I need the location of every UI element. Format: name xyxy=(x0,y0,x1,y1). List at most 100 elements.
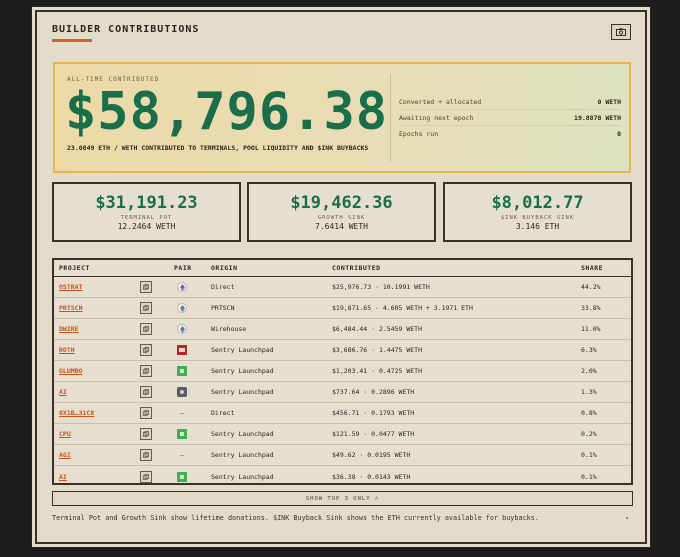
share-cell: 0.8% xyxy=(581,409,597,417)
hero-stat-value: 0 xyxy=(617,130,621,138)
origin-cell: Direct xyxy=(211,409,235,417)
copy-address-button[interactable] xyxy=(140,302,152,314)
card-amount: $8,012.77 xyxy=(491,193,584,213)
copy-icon xyxy=(143,347,149,353)
token-icon xyxy=(177,471,187,482)
copy-address-button[interactable] xyxy=(140,323,152,335)
table-row: PRTSCN PRTSCN $19,871.65 · 4.605 WETH + 3.… xyxy=(54,298,631,319)
token-icon xyxy=(177,366,187,376)
card-amount: $19,462.36 xyxy=(290,193,393,213)
contributed-cell: $3,686.76 · 1.4475 WETH xyxy=(332,346,423,354)
share-cell: 0.1% xyxy=(581,451,597,459)
hero-stat-row: Awaiting next epoch 19.8878 WETH xyxy=(399,110,621,126)
copy-address-button[interactable] xyxy=(140,281,152,293)
token-icon xyxy=(177,387,187,397)
card-label: GROWTH SINK xyxy=(317,215,366,221)
chevron-down-icon: ▾ xyxy=(625,515,629,522)
table-header: PROJECT PAIR ORIGIN CONTRIBUTED SHARE xyxy=(54,260,631,277)
project-link[interactable]: PRTSCN xyxy=(59,304,82,312)
no-pair-icon: – xyxy=(179,409,185,417)
share-cell: 6.3% xyxy=(581,346,597,354)
hero-subtitle: 23.0849 ETH / WETH CONTRIBUTED TO TERMIN… xyxy=(67,144,369,152)
summary-cards: $31,191.23 TERMINAL POT 12.2464 WETH $19… xyxy=(52,182,633,242)
project-link[interactable]: CPU xyxy=(59,430,71,438)
copy-address-button[interactable] xyxy=(140,386,152,398)
token-icon xyxy=(177,429,187,439)
table-row: 0X1B…31C8 – Direct $456.71 · 0.1793 WETH 0.8… xyxy=(54,403,631,424)
copy-icon xyxy=(143,389,149,395)
copy-icon xyxy=(143,368,149,374)
growth-sink-card: $19,462.36 GROWTH SINK 7.6414 WETH xyxy=(247,182,436,242)
share-cell: 44.2% xyxy=(581,283,601,291)
show-top-3-button[interactable]: SHOW TOP 3 ONLY ˄ xyxy=(52,491,633,506)
table-row: ROTH Sentry Launchpad $3,686.76 · 1.4475 W… xyxy=(54,340,631,361)
copy-address-button[interactable] xyxy=(140,449,152,461)
hero-amount: $58,796.38 xyxy=(65,82,389,142)
origin-cell: Wirehouse xyxy=(211,325,247,333)
origin-cell: PRTSCN xyxy=(211,304,235,312)
all-time-contributed-card: ALL-TIME CONTRIBUTED $58,796.38 23.0849 … xyxy=(53,62,631,173)
hero-stat-row: Epochs run 0 xyxy=(399,126,621,142)
copy-address-button[interactable] xyxy=(140,365,152,377)
share-cell: 1.3% xyxy=(581,388,597,396)
share-cell: 0.2% xyxy=(581,430,597,438)
share-cell: 11.0% xyxy=(581,325,601,333)
header-project: PROJECT xyxy=(59,264,90,272)
origin-cell: Sentry Launchpad xyxy=(211,451,274,459)
project-link[interactable]: 0X1B…31C8 xyxy=(59,409,94,417)
contributed-cell: $121.59 · 0.0477 WETH xyxy=(332,430,415,438)
table-row: DWIRE Wirehouse $6,484.44 · 2.5459 WETH 11.… xyxy=(54,319,631,340)
builder-contributions-panel: BUILDER CONTRIBUTIONS ALL-TIME CONTRIBUT… xyxy=(35,10,647,544)
project-link[interactable]: AI xyxy=(59,388,67,396)
copy-icon xyxy=(143,452,149,458)
copy-icon xyxy=(143,305,149,311)
eth-icon xyxy=(177,282,187,292)
card-label: TERMINAL POT xyxy=(120,215,173,221)
origin-cell: Direct xyxy=(211,283,235,291)
hero-stat-key: Awaiting next epoch xyxy=(399,113,474,122)
origin-cell: Sentry Launchpad xyxy=(211,346,274,354)
hero-stat-row: Converted + allocated 0 WETH xyxy=(399,94,621,110)
copy-icon xyxy=(143,473,149,480)
hero-divider xyxy=(390,74,391,162)
share-cell: 2.0% xyxy=(581,367,597,375)
project-link[interactable]: AGI xyxy=(59,451,71,459)
token-icon xyxy=(177,345,187,355)
copy-address-button[interactable] xyxy=(140,344,152,356)
copy-address-button[interactable] xyxy=(140,428,152,440)
origin-cell: Sentry Launchpad xyxy=(211,367,274,375)
copy-address-button[interactable] xyxy=(140,407,152,419)
header-share: SHARE xyxy=(581,264,604,272)
copy-icon xyxy=(143,284,149,290)
table-row: GLUMBO Sentry Launchpad $1,203.41 · 0.4725… xyxy=(54,361,631,382)
hero-stat-value: 19.8878 WETH xyxy=(574,113,621,122)
title-underline xyxy=(52,39,92,42)
project-link[interactable]: GLUMBO xyxy=(59,367,82,375)
screenshot-button[interactable] xyxy=(611,24,631,40)
hero-stats: Converted + allocated 0 WETH Awaiting ne… xyxy=(399,94,621,142)
contributed-cell: $456.71 · 0.1793 WETH xyxy=(332,409,415,417)
table-row: CPU Sentry Launchpad $121.59 · 0.0477 WETH… xyxy=(54,424,631,445)
header-pair: PAIR xyxy=(174,264,192,272)
panel-title: BUILDER CONTRIBUTIONS xyxy=(52,24,200,35)
eth-icon xyxy=(177,324,187,334)
copy-address-button[interactable] xyxy=(140,470,152,483)
card-sub: 12.2464 WETH xyxy=(117,222,176,231)
share-cell: 0.1% xyxy=(581,472,597,481)
card-sub: 7.6414 WETH xyxy=(315,222,368,231)
origin-cell: Sentry Launchpad xyxy=(211,430,274,438)
contributed-cell: $1,203.41 · 0.4725 WETH xyxy=(332,367,423,375)
copy-icon xyxy=(143,410,149,416)
project-link[interactable]: DWIRE xyxy=(59,325,79,333)
table-row: AI Sentry Launchpad $36.38 · 0.0143 WETH 0.… xyxy=(54,466,631,487)
project-link[interactable]: AI xyxy=(59,473,67,481)
contributed-cell: $36.38 · 0.0143 WETH xyxy=(332,472,411,481)
project-link[interactable]: OSTRAT xyxy=(59,283,82,291)
terminal-pot-card: $31,191.23 TERMINAL POT 12.2464 WETH xyxy=(52,182,241,242)
eth-icon xyxy=(177,303,187,313)
header-origin: ORIGIN xyxy=(211,264,238,272)
camera-icon xyxy=(616,28,626,36)
card-label: $INK BUYBACK SINK xyxy=(500,215,575,221)
project-link[interactable]: ROTH xyxy=(59,346,75,354)
contributed-cell: $737.64 · 0.2896 WETH xyxy=(332,388,415,396)
